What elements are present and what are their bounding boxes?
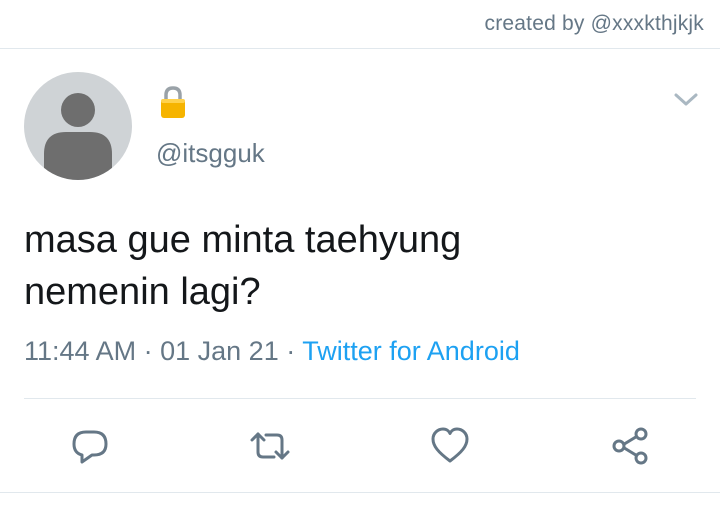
tweet-text-line-2: nemenin lagi?	[24, 271, 261, 313]
divider	[24, 398, 696, 399]
default-profile-icon	[44, 93, 112, 180]
chevron-down-icon[interactable]	[672, 90, 700, 110]
tweet-text: masa gue minta taehyung nemenin lagi?	[24, 214, 664, 318]
tweet-source-link[interactable]: Twitter for Android	[302, 336, 520, 366]
tweet-date: 01 Jan 21	[160, 336, 279, 366]
reply-button[interactable]	[70, 426, 110, 466]
top-bar: created by @xxxkthjkjk	[0, 0, 720, 49]
divider	[0, 492, 720, 493]
user-handle[interactable]: @itsgguk	[156, 138, 265, 169]
creator-credit: created by @xxxkthjkjk	[484, 12, 704, 35]
tweet-text-line-1: masa gue minta taehyung	[24, 219, 462, 261]
tweet-meta: 11:44 AM · 01 Jan 21 · Twitter for Andro…	[24, 336, 520, 367]
share-icon	[612, 427, 648, 465]
tweet-screenshot: created by @xxxkthjkjk @itsgguk masa gue…	[0, 0, 720, 506]
lock-icon	[161, 86, 185, 118]
meta-separator: ·	[143, 336, 153, 366]
heart-icon	[431, 427, 469, 463]
share-button[interactable]	[610, 426, 650, 466]
tweet-time: 11:44 AM	[24, 336, 137, 366]
like-button[interactable]	[430, 426, 470, 466]
avatar[interactable]	[24, 72, 132, 180]
retweet-icon	[250, 432, 290, 460]
retweet-button[interactable]	[248, 426, 290, 466]
reply-icon	[72, 430, 108, 464]
meta-separator: ·	[286, 336, 296, 366]
